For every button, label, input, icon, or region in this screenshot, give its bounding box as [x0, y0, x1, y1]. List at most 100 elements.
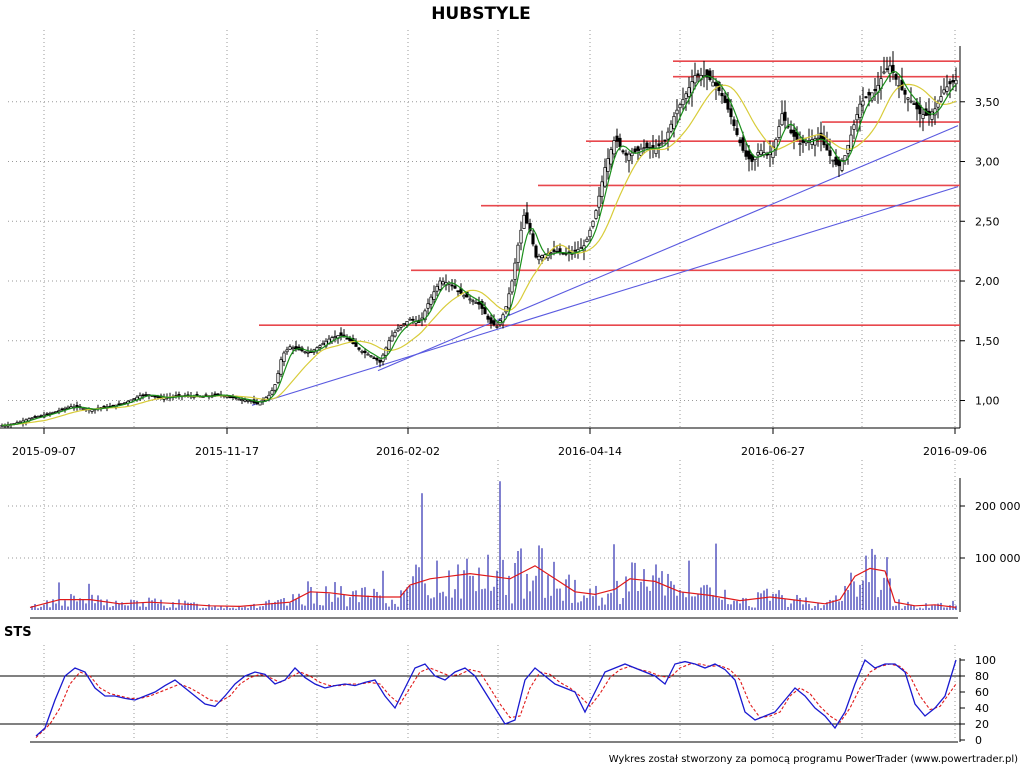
candle-body: [456, 290, 460, 293]
sts-panel: STS 0 20 40 60 80 100: [0, 625, 996, 747]
candle-body: [861, 100, 865, 106]
sts-tick-label: 60: [975, 686, 989, 699]
candle-body: [117, 403, 121, 406]
candle-body: [756, 152, 760, 156]
date-tick-label: 2016-06-27: [741, 445, 805, 458]
volume-grid: [8, 460, 960, 610]
candle-body: [585, 238, 589, 243]
candle-body: [276, 373, 280, 383]
price-axis: 1,00 1,50 2,00 2,50 3,00 3,50: [959, 46, 1000, 428]
candle-body: [471, 300, 475, 303]
candle-body: [426, 303, 430, 309]
candle-body: [279, 359, 283, 375]
candle-body: [408, 318, 412, 321]
candle-body: [303, 351, 307, 353]
candle-body: [714, 82, 718, 86]
candle-body: [855, 114, 859, 121]
candle-body: [711, 81, 715, 87]
candle-body: [885, 68, 889, 70]
candle-body: [375, 358, 379, 361]
candle-body: [831, 159, 835, 162]
candle-body: [66, 406, 70, 409]
candle-body: [693, 75, 697, 84]
candle-body: [537, 255, 541, 261]
candle-body: [321, 343, 325, 346]
candle-body: [60, 408, 64, 411]
candle-body: [840, 160, 844, 171]
candle-body: [630, 152, 634, 157]
date-tick-label: 2015-11-17: [195, 445, 259, 458]
candle-body: [384, 347, 388, 356]
candle-body: [132, 398, 136, 400]
candle-body: [816, 137, 820, 140]
price-tick-label: 2,50: [975, 215, 1000, 228]
candle-body: [81, 408, 85, 410]
candle-body: [852, 124, 856, 130]
candle-body: [489, 317, 493, 324]
candle-body: [495, 326, 499, 328]
candle-body: [441, 281, 445, 285]
candle-body: [237, 398, 241, 401]
candle-body: [873, 88, 877, 91]
candle-body: [123, 401, 127, 404]
sts-tick-label: 0: [975, 734, 982, 747]
candle-body: [240, 399, 244, 401]
date-tick-label: 2016-02-02: [376, 445, 440, 458]
candle-body: [675, 109, 679, 115]
candle-body: [513, 262, 517, 280]
candle-body: [369, 355, 373, 358]
candle-body: [339, 332, 343, 336]
sts-tick-label: 20: [975, 718, 989, 731]
candle-body: [669, 123, 673, 132]
sts-tick-label: 40: [975, 702, 989, 715]
trendline: [377, 125, 959, 372]
candle-body: [783, 111, 787, 121]
price-tick-label: 3,50: [975, 96, 1000, 109]
candle-body: [825, 144, 829, 151]
candle-body: [387, 340, 391, 350]
candle-body: [453, 285, 457, 289]
date-axis: 2015-09-07 2015-11-17 2016-02-02 2016-04-14…: [0, 427, 987, 458]
candle-body: [285, 349, 289, 353]
sts-tick-label: 100: [975, 654, 996, 667]
candle-body: [345, 337, 349, 340]
candle-body: [777, 126, 781, 138]
candle-body: [723, 95, 727, 103]
candle-body: [621, 150, 625, 153]
candle-body: [363, 350, 367, 354]
candle-body: [606, 158, 610, 172]
support-lines: [259, 60, 960, 327]
candle-body: [696, 73, 700, 76]
candle-body: [687, 87, 691, 97]
candle-body: [942, 89, 946, 94]
moving-average-long: [1, 83, 957, 426]
candle-body: [828, 150, 832, 156]
candle-body: [492, 320, 496, 326]
candle-body: [531, 233, 535, 245]
candle-body: [216, 393, 220, 396]
candle-body: [642, 147, 646, 150]
candle-body: [864, 96, 868, 99]
candle-body: [534, 245, 538, 258]
candle-body: [243, 399, 247, 402]
candle-body: [504, 306, 508, 313]
candle-body: [102, 405, 106, 408]
candle-body: [549, 252, 553, 254]
candle-body: [945, 86, 949, 92]
candle-body: [939, 96, 943, 102]
candle-body: [474, 302, 478, 304]
candle-body: [789, 129, 793, 134]
candle-body: [759, 149, 763, 155]
candle-body: [909, 100, 913, 103]
candle-body: [333, 336, 337, 338]
candle-body: [600, 181, 604, 197]
candle-body: [888, 65, 892, 75]
candle-body: [609, 149, 613, 165]
candle-body: [357, 347, 361, 350]
price-grid: [8, 30, 960, 428]
candle-body: [540, 255, 544, 258]
candle-body: [291, 347, 295, 350]
candle-body: [63, 407, 67, 410]
candle-body: [603, 167, 607, 187]
candle-body: [921, 114, 925, 119]
